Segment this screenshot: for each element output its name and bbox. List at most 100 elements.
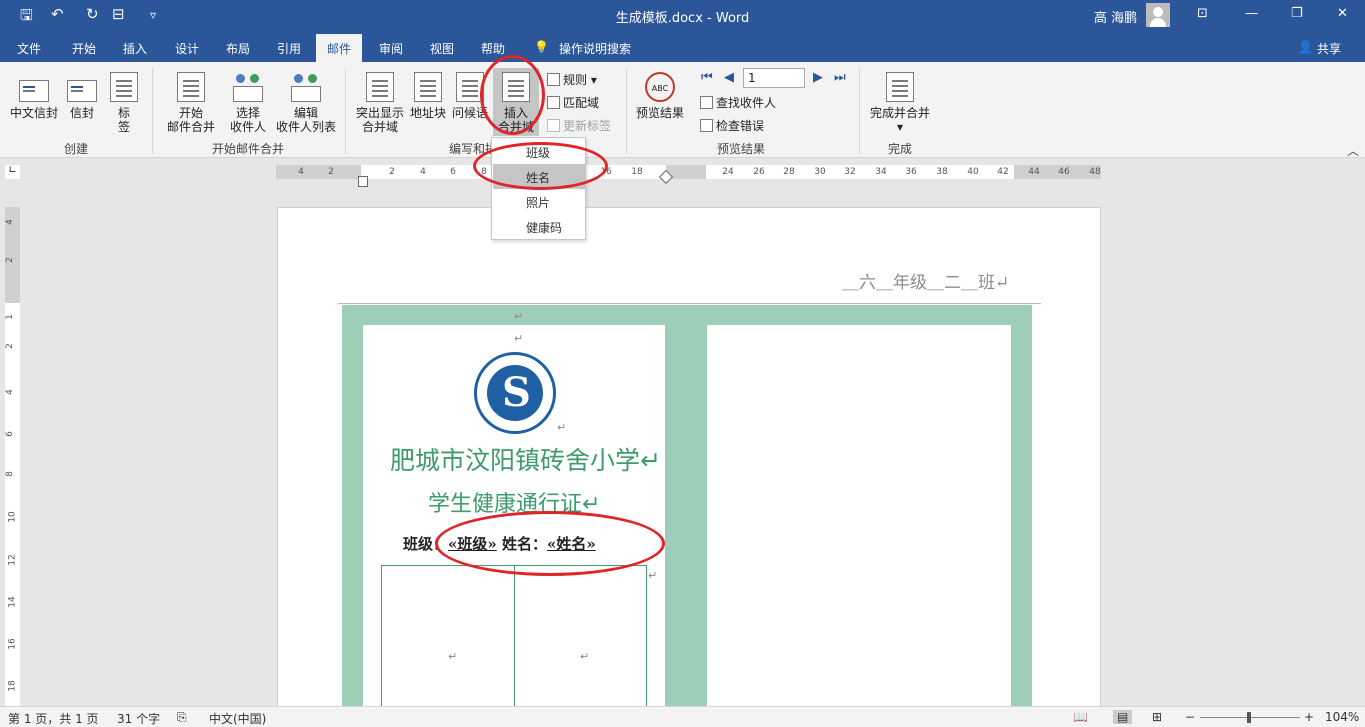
check-errors-label: 检查错误 xyxy=(716,119,765,133)
finish-and-merge-button[interactable]: 完成并合并 ▾ xyxy=(866,72,934,134)
ruler-tick: 42 xyxy=(997,167,1009,177)
header-line xyxy=(338,303,1041,304)
group-create-label: 创建 xyxy=(64,142,89,156)
group-separator xyxy=(152,68,153,154)
zoom-slider-thumb[interactable] xyxy=(1247,712,1251,723)
ruler-tick: 4 xyxy=(298,167,304,177)
restore-button[interactable]: ❐ xyxy=(1291,6,1303,21)
photo-table[interactable] xyxy=(381,565,647,716)
user-share-icon: 👤 xyxy=(1298,40,1313,54)
last-record-icon[interactable]: ⏭ xyxy=(834,70,846,85)
address-label: 地址块 xyxy=(409,106,446,120)
start-merge-label: 开始 邮件合并 xyxy=(166,106,215,134)
next-record-icon[interactable]: ▶ xyxy=(813,70,823,85)
ruler-tick: 28 xyxy=(783,167,795,177)
rules-button[interactable]: 规则 ▾ xyxy=(547,71,597,88)
vertical-ruler[interactable]: 4 2 1 2 4 6 8 10 12 14 16 18 xyxy=(5,207,20,707)
tab-insert[interactable]: 插入 xyxy=(123,40,147,57)
ruler-tick: 30 xyxy=(814,167,826,177)
check-errors-button[interactable]: 检查错误 xyxy=(700,117,764,134)
annotation-circle-insert xyxy=(480,55,545,135)
tab-references[interactable]: 引用 xyxy=(277,40,301,57)
group-finish-label: 完成 xyxy=(888,142,913,156)
share-button[interactable]: 共享 xyxy=(1317,40,1341,57)
ruler-margin xyxy=(276,165,361,179)
web-layout-icon[interactable]: ⊞ xyxy=(1152,710,1162,724)
edit-recipient-list-button[interactable]: 编辑 收件人列表 xyxy=(274,72,338,134)
proofing-icon[interactable]: ⎘ xyxy=(177,710,187,725)
read-mode-icon[interactable]: 📖 xyxy=(1073,710,1088,724)
zoom-in-button[interactable]: + xyxy=(1304,710,1314,724)
ruler-tick: 44 xyxy=(1028,167,1040,177)
select-recipients-label: 选择 收件人 xyxy=(229,106,266,134)
find-recipient-button[interactable]: 查找收件人 xyxy=(700,94,776,111)
address-block-button[interactable]: 地址块 xyxy=(408,72,448,120)
close-button[interactable]: ✕ xyxy=(1337,6,1348,21)
minimize-button[interactable]: — xyxy=(1245,6,1258,21)
annotation-circle-fields xyxy=(435,511,665,576)
tab-review[interactable]: 审阅 xyxy=(379,40,403,57)
record-number-input[interactable]: 1 xyxy=(743,68,805,88)
field-option-health-code[interactable]: 健康码 xyxy=(493,214,585,239)
left-indent-marker[interactable] xyxy=(358,176,368,187)
annotation-circle-name xyxy=(473,142,608,190)
card-right-panel[interactable] xyxy=(707,325,1011,715)
school-name[interactable]: 肥城市汶阳镇砖舍小学↵ xyxy=(390,441,661,477)
update-labels-button[interactable]: 更新标签 xyxy=(547,117,611,134)
group-preview-label: 预览结果 xyxy=(717,142,766,156)
group-separator xyxy=(859,68,860,154)
group-start-label: 开始邮件合并 xyxy=(212,142,285,156)
paragraph-mark: ↵ xyxy=(557,421,567,434)
previous-record-icon[interactable]: ◀ xyxy=(724,70,734,85)
page-count[interactable]: 第 1 页，共 1 页 xyxy=(8,710,99,727)
language[interactable]: 中文(中国) xyxy=(209,710,266,727)
tab-help[interactable]: 帮助 xyxy=(481,40,505,57)
user-name[interactable]: 高 海鹏 xyxy=(1094,7,1137,26)
preview-results-button[interactable]: ABC 预览结果 xyxy=(633,72,687,120)
select-recipients-button[interactable]: 选择 收件人 xyxy=(222,72,274,134)
tab-mailings[interactable]: 邮件 xyxy=(316,34,363,62)
chinese-envelope-button[interactable]: 中文信封 xyxy=(8,72,60,120)
group-separator xyxy=(626,68,627,154)
school-logo xyxy=(474,352,556,434)
start-mail-merge-button[interactable]: 开始 邮件合并 xyxy=(162,72,220,134)
ruler-tick: 8 xyxy=(4,471,15,477)
match-fields-button[interactable]: 匹配域 xyxy=(547,94,599,111)
word-count[interactable]: 31 个字 xyxy=(117,710,160,727)
print-layout-icon[interactable]: ▤ xyxy=(1113,710,1133,724)
ruler-tick: 4 xyxy=(4,219,15,225)
first-record-icon[interactable]: ⏮ xyxy=(701,70,713,85)
ruler-tick: 4 xyxy=(4,389,15,395)
start-merge-icon xyxy=(177,72,205,102)
tell-me-search[interactable]: 操作说明搜索 xyxy=(559,40,631,57)
ribbon-display-icon[interactable]: ⊡ xyxy=(1197,6,1208,21)
recipients-icon xyxy=(233,72,263,102)
avatar[interactable] xyxy=(1146,3,1170,27)
highlight-merge-fields-button[interactable]: 突出显示 合并域 xyxy=(353,72,407,134)
header-class-text[interactable]: ＿六＿年级＿二＿班↵ xyxy=(842,268,1009,293)
labels-button[interactable]: 标签 xyxy=(108,72,140,134)
tab-design[interactable]: 设计 xyxy=(175,40,199,57)
tab-selector-icon[interactable]: ∟ xyxy=(5,165,20,179)
lightbulb-icon[interactable]: 💡 xyxy=(534,40,549,54)
ruler-tick: 14 xyxy=(7,596,18,608)
envelope-button[interactable]: 信封 xyxy=(66,72,98,120)
field-option-photo[interactable]: 照片 xyxy=(493,189,585,214)
zoom-level[interactable]: 104% xyxy=(1325,710,1359,724)
horizontal-ruler[interactable]: 4 2 2 4 6 8 16 18 24 26 28 30 32 34 36 3… xyxy=(276,165,1101,179)
paragraph-mark: ↵ xyxy=(514,310,524,323)
ruler-tick: 10 xyxy=(7,511,18,523)
zoom-out-button[interactable]: − xyxy=(1185,710,1195,724)
highlight-fields-icon xyxy=(366,72,394,102)
match-fields-icon xyxy=(547,96,560,109)
ruler-tick: 2 xyxy=(4,257,15,263)
cell-mark: ↵ xyxy=(448,650,458,663)
ruler-tick: 18 xyxy=(631,167,643,177)
address-block-icon xyxy=(414,72,442,102)
tab-layout[interactable]: 布局 xyxy=(226,40,250,57)
tab-home[interactable]: 开始 xyxy=(72,40,96,57)
tab-view[interactable]: 视图 xyxy=(430,40,454,57)
status-bar: 第 1 页，共 1 页 31 个字 ⎘ 中文(中国) 📖 ▤ ⊞ − + 104… xyxy=(0,706,1365,727)
collapse-ribbon-icon[interactable]: ︿ xyxy=(1347,142,1359,159)
tab-file[interactable]: 文件 xyxy=(17,40,41,57)
